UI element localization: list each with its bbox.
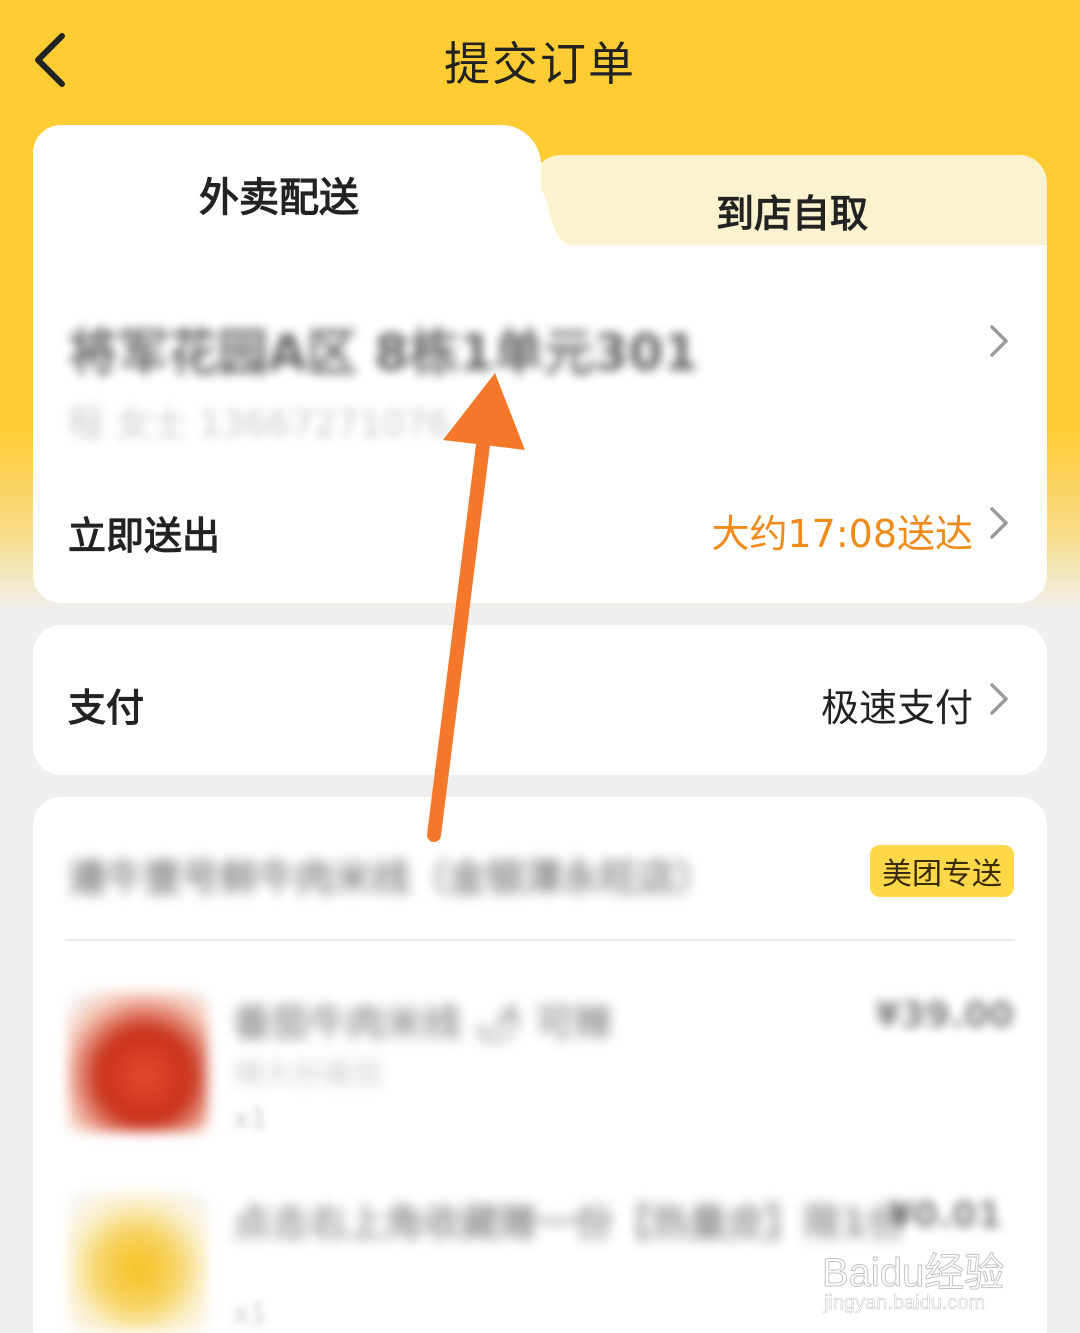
item-thumbnail [68, 992, 208, 1132]
contact-line: 程 女士 13667271076 [68, 404, 451, 445]
delivery-eta[interactable]: 大约17:08送达 [711, 503, 973, 558]
item-spec: 辣大份番茄 [233, 1057, 383, 1092]
tab-pickup-label[interactable]: 到店自取 [716, 183, 868, 238]
item-name: 番茄牛肉米线 🌶 可辣 [233, 1001, 612, 1045]
item-price: ¥39.00 [875, 995, 1014, 1036]
delivery-card: 外卖配送 到店自取 将军花园A区 8栋1单元301 程 女士 136672710… [33, 125, 1047, 603]
watermark-logo: Baidu经验 [821, 1251, 1005, 1296]
nav-bar: 提交订单 [0, 0, 1080, 125]
item-quantity: x1 [233, 1102, 268, 1135]
tab-curve [523, 185, 593, 250]
chevron-right-icon[interactable] [988, 505, 1010, 541]
item-price: ¥0.01 [888, 1195, 1002, 1236]
watermark: Baidu经验 jingyan.baidu.com [821, 1240, 1022, 1330]
page-title: 提交订单 [444, 37, 636, 91]
chevron-right-icon[interactable] [988, 323, 1010, 359]
address-line[interactable]: 将军花园A区 8栋1单元301 [68, 313, 698, 385]
shop-name[interactable]: 遵牛壹号鲜牛肉米线（金银潭永旺店） [68, 847, 714, 902]
delivery-time-label: 立即送出 [68, 514, 221, 558]
payment-card[interactable]: 支付 极速支付 [33, 625, 1047, 775]
watermark-url: jingyan.baidu.com [824, 1292, 986, 1315]
item-quantity: x1 [233, 1297, 268, 1330]
item-thumbnail [68, 1192, 208, 1332]
delivery-badge: 美团专送 [870, 845, 1014, 897]
item-name: 点击右上角收藏赠一份【热量皮】限1份 [233, 1201, 906, 1245]
tab-delivery-label[interactable]: 外卖配送 [199, 165, 359, 223]
payment-method[interactable]: 极速支付 [821, 677, 973, 732]
payment-label: 支付 [68, 686, 145, 730]
divider [65, 939, 1015, 941]
chevron-right-icon[interactable] [988, 681, 1010, 717]
